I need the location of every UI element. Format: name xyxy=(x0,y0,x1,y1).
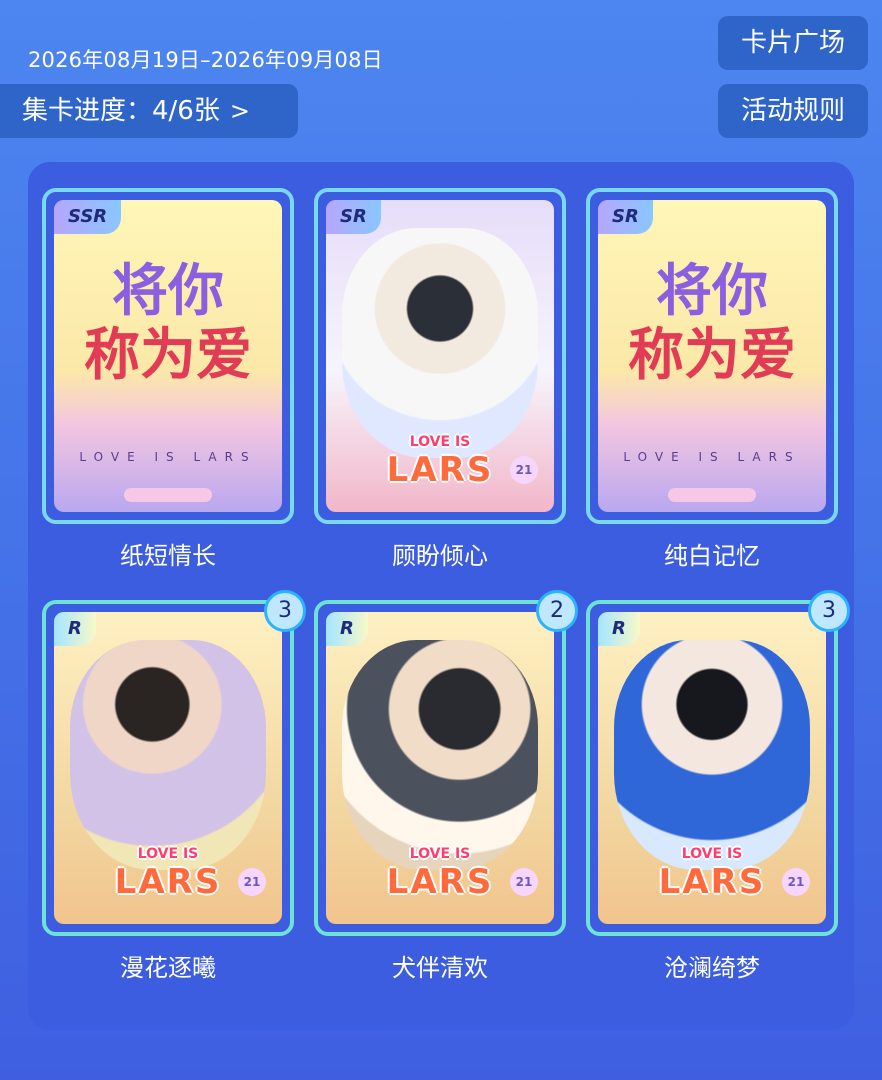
card-photo xyxy=(342,640,538,870)
card-item[interactable]: R LOVE IS LARS 21 xyxy=(42,600,294,936)
card-name: 顾盼倾心 xyxy=(392,542,488,570)
card-name: 漫花逐曦 xyxy=(120,954,216,982)
card-face: SSR 将你 称为爱 LOVE IS LARS xyxy=(54,200,282,512)
card-item[interactable]: R LOVE IS LARS 21 xyxy=(314,600,566,936)
card-art-title: 将你 称为爱 xyxy=(608,260,816,388)
activity-rules-button[interactable]: 活动规则 xyxy=(718,84,868,138)
card-name: 纸短情长 xyxy=(120,542,216,570)
lars-logo-small: LOVE IS xyxy=(137,846,199,862)
lars-logo-small: LOVE IS xyxy=(409,846,471,862)
rarity-badge: R xyxy=(326,612,368,646)
art-title-top: 将你 xyxy=(656,259,768,324)
card-item[interactable]: SR LOVE IS LARS 21 xyxy=(314,188,566,524)
card-item[interactable]: SR 将你 称为爱 LOVE IS LARS xyxy=(586,188,838,524)
date-range: 2026年08月19日–2026年09月08日 xyxy=(28,48,383,72)
number-badge: 21 xyxy=(238,868,266,896)
card-tagline: LOVE IS LARS xyxy=(623,450,801,464)
rarity-badge: SSR xyxy=(54,200,122,234)
lars-logo-small: LOVE IS xyxy=(409,434,471,450)
card-face: SR 将你 称为爱 LOVE IS LARS xyxy=(598,200,826,512)
rarity-badge: SR xyxy=(598,200,653,234)
card-face: SR LOVE IS LARS 21 xyxy=(326,200,554,512)
card-footer-pill xyxy=(124,488,212,502)
card-face: R LOVE IS LARS 21 xyxy=(326,612,554,924)
card-photo xyxy=(342,228,538,458)
card-tagline: LOVE IS LARS xyxy=(79,450,257,464)
lars-logo-big: LARS xyxy=(386,862,494,902)
card-face: R LOVE IS LARS 21 xyxy=(54,612,282,924)
card-art-title: 将你 称为爱 xyxy=(64,260,272,388)
rarity-badge: SR xyxy=(326,200,381,234)
card-name: 犬伴清欢 xyxy=(392,954,488,982)
card-face: R LOVE IS LARS 21 xyxy=(598,612,826,924)
card-count-badge: 3 xyxy=(808,590,850,632)
lars-logo-big: LARS xyxy=(114,862,222,902)
number-badge: 21 xyxy=(782,868,810,896)
chevron-right-icon: > xyxy=(229,97,250,125)
card-name: 沧澜绮梦 xyxy=(664,954,760,982)
card-photo xyxy=(70,640,266,870)
art-title-top: 将你 xyxy=(112,259,224,324)
number-badge: 21 xyxy=(510,456,538,484)
card-name: 纯白记忆 xyxy=(664,542,760,570)
card-count-badge: 3 xyxy=(264,590,306,632)
lars-logo-big: LARS xyxy=(386,450,494,490)
art-title-bottom: 称为爱 xyxy=(84,323,252,388)
card-item[interactable]: SSR 将你 称为爱 LOVE IS LARS xyxy=(42,188,294,524)
card-count-badge: 2 xyxy=(536,590,578,632)
art-title-bottom: 称为爱 xyxy=(628,323,796,388)
card-footer-pill xyxy=(668,488,756,502)
card-item[interactable]: R LOVE IS LARS 21 xyxy=(586,600,838,936)
collection-progress-button[interactable]: 集卡进度：4/6张 > xyxy=(0,84,298,138)
rarity-badge: R xyxy=(598,612,640,646)
card-photo xyxy=(614,640,810,870)
lars-logo-small: LOVE IS xyxy=(681,846,743,862)
progress-label: 集卡进度：4/6张 xyxy=(22,96,220,126)
lars-logo-big: LARS xyxy=(658,862,766,902)
number-badge: 21 xyxy=(510,868,538,896)
rarity-badge: R xyxy=(54,612,96,646)
card-plaza-button[interactable]: 卡片广场 xyxy=(718,16,868,70)
card-collection-panel: SSR 将你 称为爱 LOVE IS LARS 纸短情长 SR LOVE IS … xyxy=(28,162,854,1030)
